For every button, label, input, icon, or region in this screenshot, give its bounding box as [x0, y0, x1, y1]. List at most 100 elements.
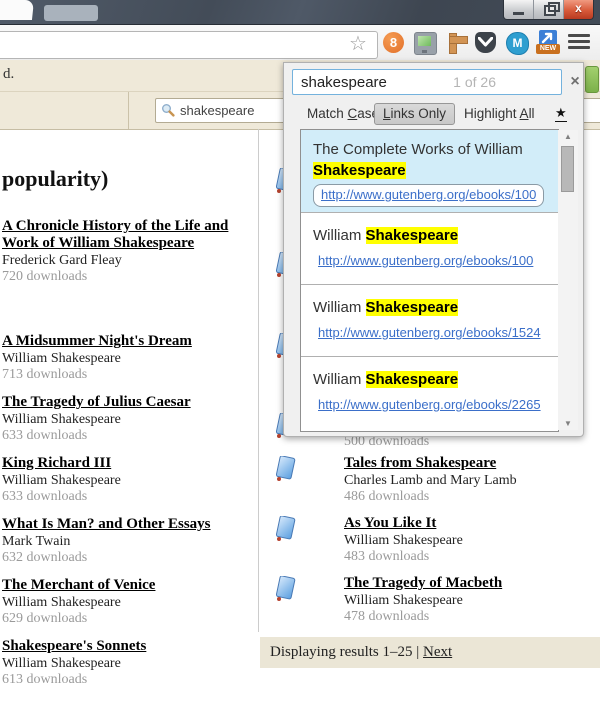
highlighted-match: Shakespeare	[313, 162, 406, 179]
find-results-list: The Complete Works of William Shakespear…	[300, 129, 559, 432]
new-extension-icon[interactable]: NEW	[536, 30, 560, 54]
minimize-button[interactable]	[504, 0, 534, 19]
book-title-link[interactable]: The Tragedy of Macbeth	[344, 575, 584, 592]
find-result-item[interactable]: The Complete Works of William Shakespear…	[301, 130, 558, 212]
book-title-link[interactable]: The Merchant of Venice	[2, 577, 256, 594]
find-result-item[interactable]: William Shakespeare http://www.gutenberg…	[301, 212, 558, 284]
measureit-ruler-icon[interactable]	[446, 32, 468, 54]
book-downloads: 613 downloads	[2, 672, 88, 687]
close-icon: x	[575, 1, 582, 15]
find-input[interactable]	[292, 69, 562, 95]
book-title-link[interactable]: A Midsummer Night's Dream	[2, 333, 256, 350]
book-entry: Shakespeare's Sonnets William Shakespear…	[2, 638, 256, 688]
extension-bubble-icon[interactable]: 8	[383, 32, 404, 53]
menu-hamburger-icon[interactable]	[568, 34, 590, 50]
site-search-go-button[interactable]	[585, 66, 599, 93]
divider	[128, 92, 129, 129]
browser-tab[interactable]	[0, 0, 35, 20]
book-title-link[interactable]: The Tragedy of Julius Caesar	[2, 394, 256, 411]
book-title-link[interactable]: Tales from Shakespeare	[344, 455, 584, 472]
book-downloads: 713 downloads	[2, 367, 88, 382]
book-author: Frederick Gard Fleay	[2, 253, 122, 268]
book-author: William Shakespeare	[2, 412, 121, 427]
highlighted-match: Shakespeare	[365, 299, 459, 316]
findbar-close-icon[interactable]: ×	[567, 72, 583, 92]
screen-glyph	[418, 36, 431, 46]
book-author: Charles Lamb and Mary Lamb	[344, 473, 517, 488]
screen-base	[422, 50, 427, 53]
result-url-link[interactable]: http://www.gutenberg.org/ebooks/100	[321, 187, 536, 202]
pinned-tab[interactable]	[44, 5, 98, 21]
book-entry: A Chronicle History of the Life and Work…	[2, 218, 256, 285]
findbar-star-button[interactable]: ★	[555, 104, 567, 122]
book-icon	[275, 576, 296, 601]
bar	[568, 34, 590, 37]
book-entry: As You Like It William Shakespeare 483 d…	[344, 515, 584, 565]
close-button[interactable]: x	[564, 0, 593, 19]
book-author: William Shakespeare	[344, 593, 463, 608]
url-bar[interactable]	[0, 31, 378, 59]
book-icon	[275, 456, 296, 481]
book-downloads: 486 downloads	[344, 489, 430, 504]
book-downloads: 629 downloads	[2, 611, 88, 626]
pagination-bar: Displaying results 1–25 | Next	[260, 637, 600, 668]
book-entry: King Richard III William Shakespeare 633…	[2, 455, 256, 505]
book-title-link[interactable]: What Is Man? and Other Essays	[2, 516, 256, 533]
page-heading: popularity)	[2, 166, 109, 191]
bookmark-star-icon[interactable]: ☆	[345, 31, 371, 57]
book-author: William Shakespeare	[344, 533, 463, 548]
findbar-panel: 1 of 26 × Match Case Links Only Highligh…	[283, 62, 584, 437]
book-author: William Shakespeare	[2, 473, 121, 488]
restore-icon	[544, 2, 560, 16]
window-titlebar: x	[0, 0, 600, 25]
book-entry: The Merchant of Venice William Shakespea…	[2, 577, 256, 627]
column-divider	[258, 129, 259, 632]
new-badge: NEW	[536, 44, 560, 54]
book-downloads: 632 downloads	[2, 550, 88, 565]
window-controls: x	[503, 0, 594, 20]
site-search-value: shakespeare	[180, 103, 255, 118]
match-case-button[interactable]: Match Case	[307, 103, 379, 125]
book-entry: The Tragedy of Julius Caesar William Sha…	[2, 394, 256, 444]
book-downloads: 720 downloads	[2, 269, 88, 284]
scrollbar[interactable]: ▲ ▼	[558, 130, 578, 430]
scroll-down-icon[interactable]: ▼	[558, 419, 578, 428]
book-entry: The Tragedy of Macbeth William Shakespea…	[344, 575, 584, 625]
book-downloads: 483 downloads	[344, 549, 430, 564]
find-result-item[interactable]: William Shakespeare http://www.gutenberg…	[301, 284, 558, 356]
book-downloads: 633 downloads	[2, 489, 88, 504]
book-icon	[275, 516, 296, 541]
highlighted-match: Shakespeare	[365, 371, 459, 388]
ruler-horizontal	[449, 36, 468, 44]
highlighted-match: Shakespeare	[365, 227, 459, 244]
minimize-icon	[513, 12, 524, 15]
pocket-icon[interactable]	[475, 32, 496, 53]
next-page-link[interactable]: Next	[423, 644, 452, 660]
bar	[568, 40, 590, 43]
result-url-link[interactable]: http://www.gutenberg.org/ebooks/1524	[313, 325, 546, 340]
scroll-up-icon[interactable]: ▲	[558, 132, 578, 141]
book-title-link[interactable]: King Richard III	[2, 455, 256, 472]
book-author: William Shakespeare	[2, 351, 121, 366]
chevron-down-icon	[478, 37, 493, 47]
result-url-link[interactable]: http://www.gutenberg.org/ebooks/100	[313, 253, 546, 268]
result-url-link[interactable]: http://www.gutenberg.org/ebooks/2265	[313, 397, 546, 412]
book-downloads: 633 downloads	[2, 428, 88, 443]
book-title-link[interactable]: As You Like It	[344, 515, 584, 532]
screengrab-icon[interactable]	[414, 32, 437, 55]
book-title-link[interactable]: Shakespeare's Sonnets	[2, 638, 256, 655]
find-result-item[interactable]: William Shakespeare http://www.gutenberg…	[301, 356, 558, 428]
links-only-button[interactable]: Links Only	[374, 103, 456, 125]
bar	[568, 46, 590, 49]
restore-button[interactable]	[534, 0, 564, 19]
search-icon	[162, 104, 175, 117]
book-author: Mark Twain	[2, 534, 71, 549]
book-entry: A Midsummer Night's Dream William Shakes…	[2, 333, 256, 383]
book-entry: What Is Man? and Other Essays Mark Twain…	[2, 516, 256, 566]
book-author: William Shakespeare	[2, 656, 121, 671]
messenger-m-icon[interactable]: M	[506, 32, 529, 55]
highlight-all-button[interactable]: Highlight All	[464, 103, 535, 125]
scrollbar-thumb[interactable]	[561, 146, 574, 192]
book-author: William Shakespeare	[2, 595, 121, 610]
book-title-link[interactable]: A Chronicle History of the Life and Work…	[2, 218, 256, 252]
